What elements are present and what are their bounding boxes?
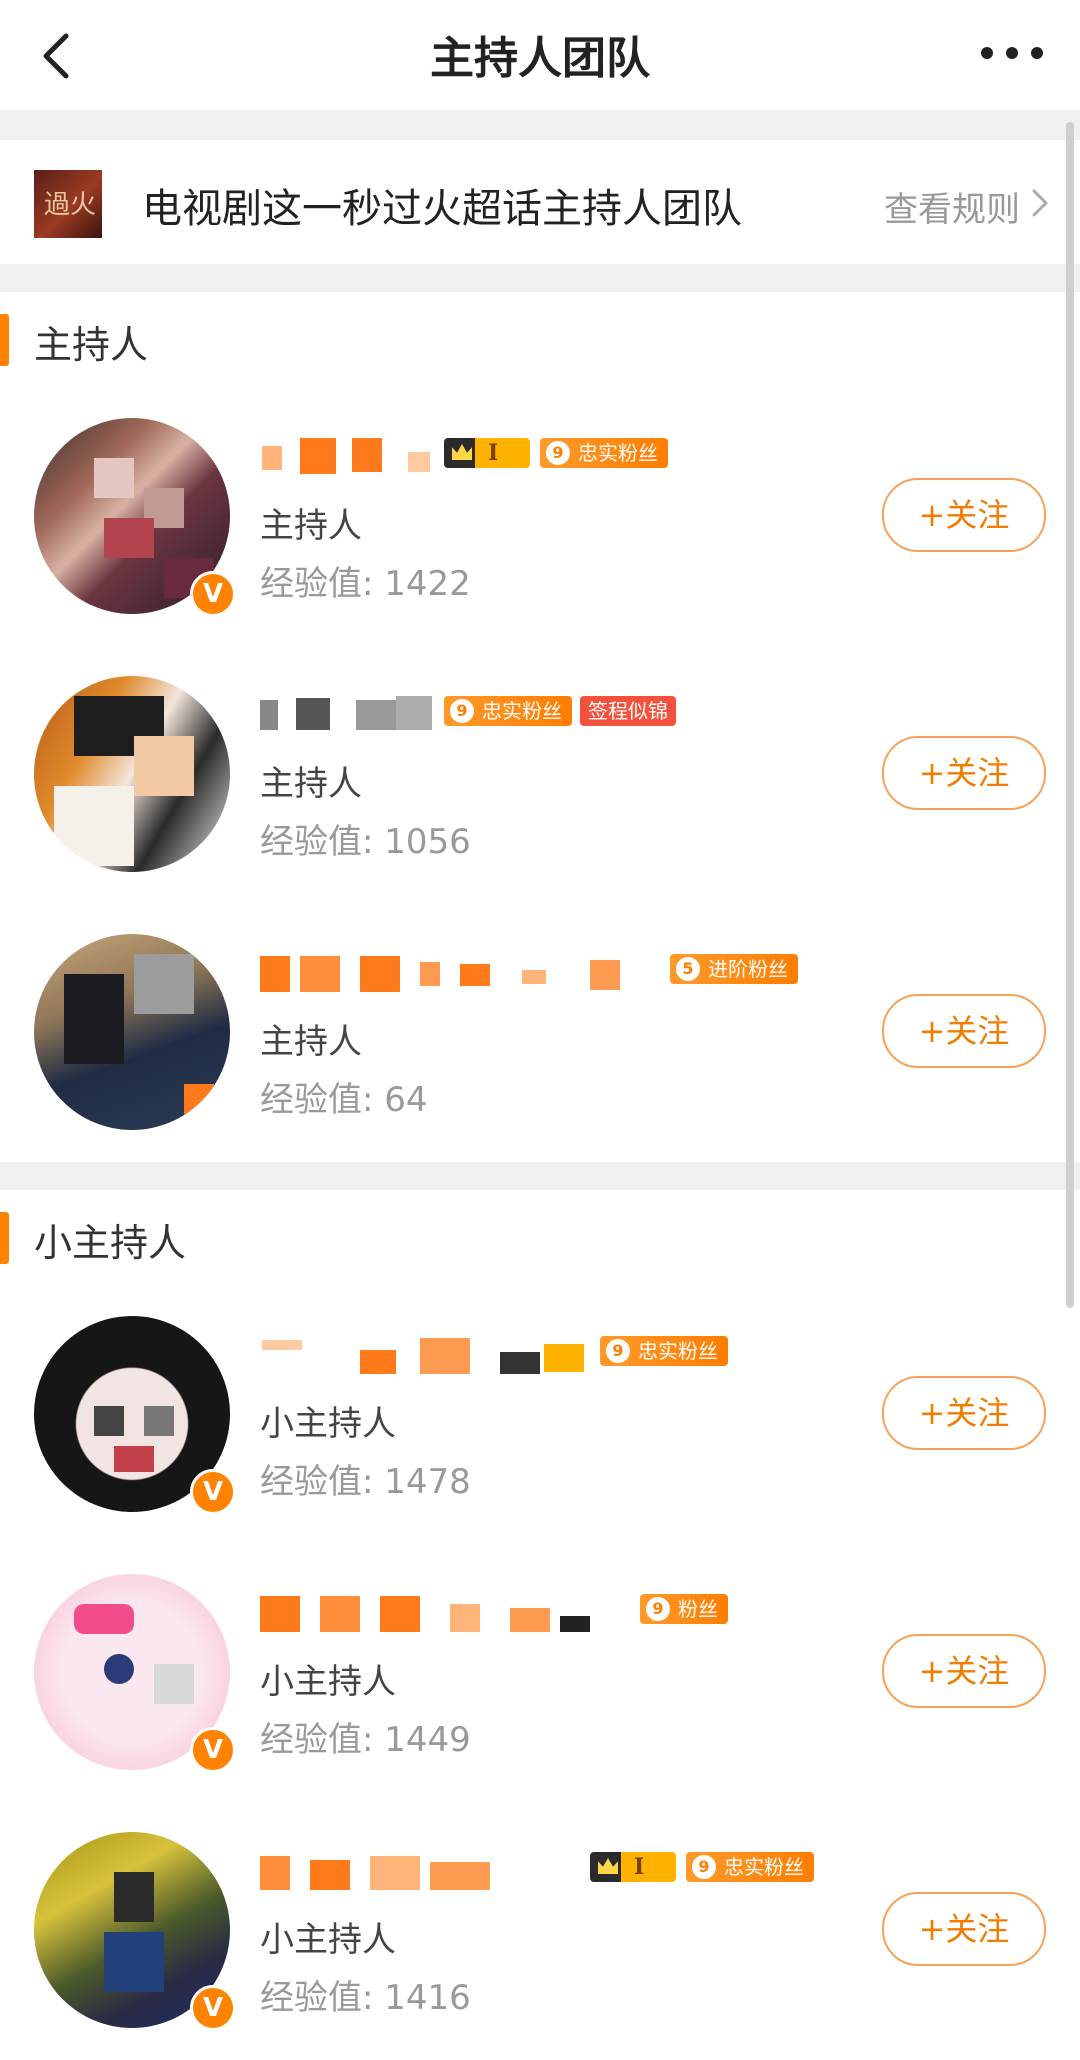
member-role: 小主持人 [260,1662,396,1702]
list-item[interactable]: V I 9 忠实粉丝 主持人 经验值: 1422 +关注 [0,388,1080,647]
topic-bar[interactable]: 過火 电视剧这一秒过火超话主持人团队 查看规则 [0,140,1080,264]
follow-button[interactable]: +关注 [882,1376,1046,1450]
follow-button[interactable]: +关注 [882,736,1046,810]
badge-group: 9 粉丝 [640,1594,736,1628]
chevron-right-icon[interactable] [1030,188,1050,218]
member-role: 主持人 [260,1022,362,1062]
topic-cover-text: 過火 [44,190,97,220]
fans-badge: 9 忠实粉丝 [444,696,572,726]
page-title: 主持人团队 [430,33,650,84]
section-title: 小主持人 [34,1221,187,1265]
section-accent-bar [0,1212,9,1264]
more-dots-icon[interactable] [980,46,1044,60]
member-role: 主持人 [260,764,362,804]
verified-badge-icon: V [190,571,236,617]
list-item[interactable]: V I 9 忠实粉丝 小主持人 经验值: 1416 +关注 [0,1802,1080,2060]
fans-badge: 9 忠实粉丝 [686,1852,814,1882]
list-item[interactable]: 9 忠实粉丝 签程似锦 主持人 经验值: 1056 +关注 [0,646,1080,905]
badge-group: I 9 忠实粉丝 [590,1852,822,1886]
follow-button[interactable]: +关注 [882,1892,1046,1966]
badge-group: 9 忠实粉丝 [600,1336,736,1370]
fans-badge: 9 粉丝 [640,1594,728,1624]
username-redacted[interactable] [260,1330,590,1378]
experience-value: 经验值: 1416 [260,1978,471,2018]
badge-group: I 9 忠实粉丝 [444,438,676,472]
badge-group: 9 忠实粉丝 签程似锦 [444,696,676,730]
divider [0,1162,1080,1190]
experience-value: 经验值: 1422 [260,564,471,604]
username-redacted[interactable] [260,1846,590,1894]
username-redacted[interactable] [260,948,670,996]
fans-badge: 9 忠实粉丝 [540,438,668,468]
divider [0,110,1080,140]
section-accent-bar [0,314,9,366]
follow-button[interactable]: +关注 [882,1634,1046,1708]
crown-level-badge: I [590,1852,676,1882]
member-role: 小主持人 [260,1404,396,1444]
nav-bar: 主持人团队 [0,0,1080,110]
experience-value: 经验值: 1449 [260,1720,471,1760]
avatar[interactable] [34,934,230,1130]
follow-button[interactable]: +关注 [882,478,1046,552]
list-item[interactable]: V 9 忠实粉丝 小主持人 经验值: 1478 +关注 [0,1286,1080,1545]
experience-value: 经验值: 1478 [260,1462,471,1502]
section-title: 主持人 [34,323,149,367]
verified-badge-icon: V [190,1727,236,1773]
topic-name: 电视剧这一秒过火超话主持人团队 [142,186,742,232]
scrollbar[interactable] [1066,122,1074,1308]
experience-value: 经验值: 64 [260,1080,428,1120]
topic-cover-image: 過火 [34,170,102,238]
fans-badge: 5 进阶粉丝 [670,954,798,984]
crown-level-badge: I [444,438,530,468]
badge-group: 5 进阶粉丝 [670,954,806,988]
member-role: 小主持人 [260,1920,396,1960]
member-role: 主持人 [260,506,362,546]
avatar[interactable] [34,676,230,872]
verified-badge-icon: V [190,1469,236,1515]
verified-badge-icon: V [190,1985,236,2031]
experience-value: 经验值: 1056 [260,822,471,862]
username-redacted[interactable] [260,1588,680,1636]
list-item[interactable]: 5 进阶粉丝 主持人 经验值: 64 +关注 [0,904,1080,1162]
section-header-junior-hosts: 小主持人 [0,1190,1080,1287]
divider [0,264,1080,292]
list-item[interactable]: V 9 粉丝 小主持人 经验值: 1449 +关注 [0,1544,1080,1803]
special-badge: 签程似锦 [580,696,676,726]
fans-badge: 9 忠实粉丝 [600,1336,728,1366]
section-header-hosts: 主持人 [0,292,1080,389]
view-rules-link[interactable]: 查看规则 [884,182,1020,231]
follow-button[interactable]: +关注 [882,994,1046,1068]
